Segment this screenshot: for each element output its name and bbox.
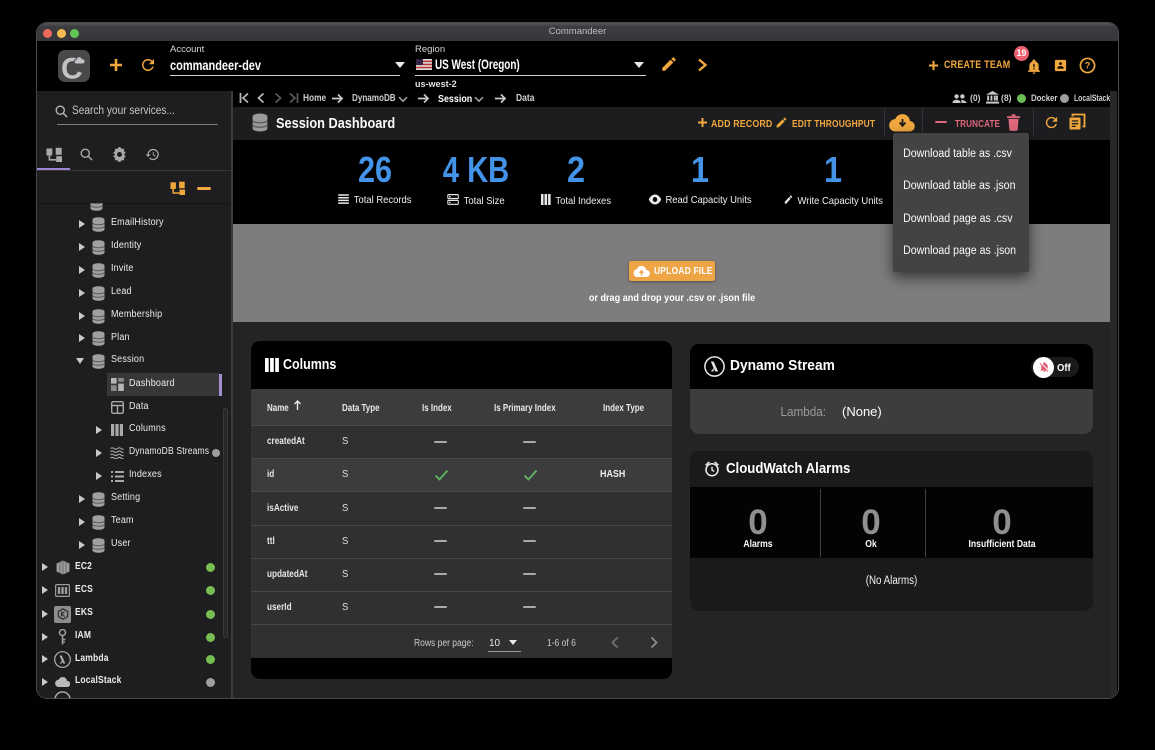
svg-text:?: ?: [1085, 61, 1091, 71]
